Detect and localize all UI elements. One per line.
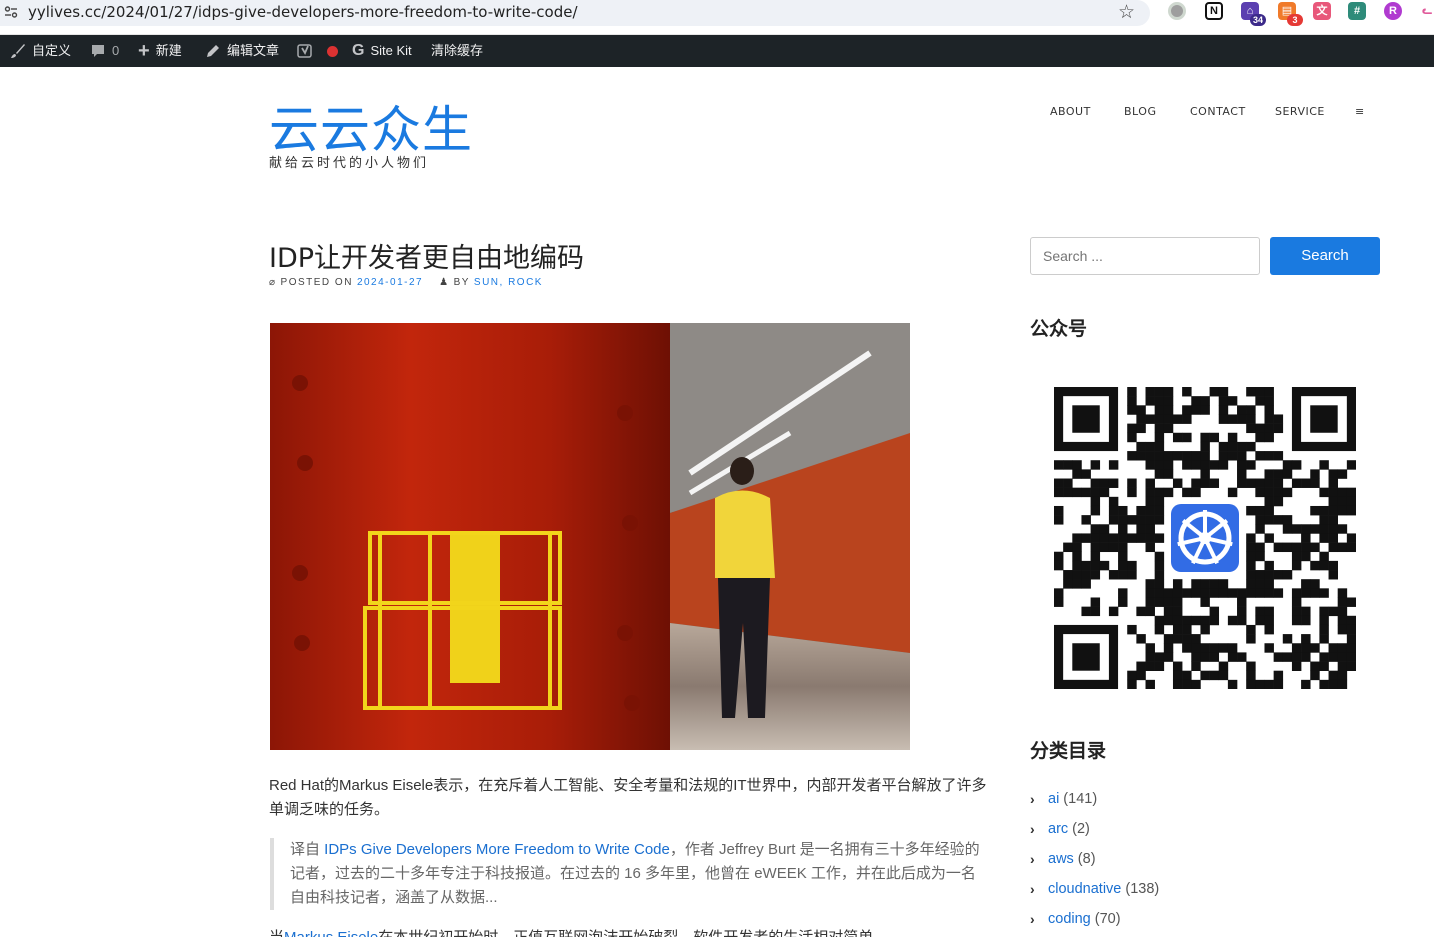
comment-icon — [92, 45, 104, 57]
new-content-button[interactable]: + 新建 — [138, 35, 182, 67]
customize-button[interactable]: 自定义 — [10, 35, 71, 67]
clear-cache-button[interactable]: 清除缓存 — [431, 35, 483, 67]
nav-contact[interactable]: CONTACT — [1190, 105, 1246, 118]
category-list: › ai (141) › arc (2) › aws (8) › cloudnative (13… — [1030, 784, 1159, 934]
yoast-status-dot-icon — [327, 45, 338, 57]
site-tagline: 献给云时代的小人物们 — [269, 155, 430, 170]
category-link[interactable]: ai — [1048, 791, 1059, 807]
extension-circle-icon[interactable] — [1168, 2, 1186, 20]
paintbrush-icon — [11, 44, 25, 58]
markus-eisele-link[interactable]: Markus Eisele — [284, 929, 378, 937]
link-icon: ⌀ — [269, 277, 277, 288]
url-text[interactable]: yylives.cc/2024/01/27/idps-give-develope… — [28, 3, 578, 21]
new-label: 新建 — [155, 43, 182, 58]
category-item: › coding (70) — [1030, 904, 1159, 934]
extension-badge: 34 — [1250, 14, 1266, 26]
extension-house-icon[interactable]: ⌂ 34 — [1241, 2, 1266, 26]
comments-count: 0 — [112, 43, 120, 58]
extension-pink-icon[interactable]: ᓚ — [1418, 2, 1434, 20]
quote-prefix: 译自 — [290, 841, 325, 858]
extension-badge: 3 — [1287, 14, 1303, 26]
yoast-button[interactable] — [297, 35, 338, 67]
extension-purple-icon[interactable]: R — [1384, 2, 1402, 20]
post-date-link[interactable]: 2024-01-27 — [357, 277, 423, 288]
yoast-icon — [297, 44, 312, 58]
wechat-widget-title: 公众号 — [1030, 318, 1088, 340]
nav-blog[interactable]: BLOG — [1124, 105, 1156, 118]
extension-grid-icon[interactable]: # — [1348, 2, 1366, 20]
chevron-right-icon: › — [1030, 851, 1035, 867]
clear-cache-label: 清除缓存 — [431, 43, 484, 58]
edit-post-button[interactable]: 编辑文章 — [205, 35, 279, 67]
post-quote: 译自 IDPs Give Developers More Freedom to … — [270, 838, 990, 910]
category-count: (8) — [1077, 851, 1096, 867]
post-author-link[interactable]: SUN, ROCK — [474, 277, 543, 288]
by-label: BY — [453, 277, 470, 288]
chevron-right-icon: › — [1030, 881, 1035, 897]
cut-text: 在本世纪初开始时，正值互联网泡沫开始破裂，软件开发者的生活相对简单 — [378, 929, 873, 937]
nav-about[interactable]: ABOUT — [1050, 105, 1091, 118]
posted-on-label: POSTED ON — [280, 277, 353, 288]
chevron-right-icon: › — [1030, 791, 1035, 807]
browser-toolbar: yylives.cc/2024/01/27/idps-give-develope… — [0, 0, 1434, 35]
comments-button[interactable]: 0 — [90, 35, 119, 67]
categories-widget-title: 分类目录 — [1030, 740, 1107, 762]
translate-icon[interactable]: 文 — [1313, 2, 1331, 20]
customize-label: 自定义 — [32, 43, 72, 58]
plus-icon: + — [138, 40, 150, 62]
quote-source-link[interactable]: IDPs Give Developers More Freedom to Wri… — [324, 841, 670, 858]
category-link[interactable]: cloudnative — [1048, 881, 1121, 897]
wechat-qr-code — [1054, 387, 1356, 689]
category-count: (138) — [1125, 881, 1160, 897]
category-link[interactable]: arc — [1048, 821, 1068, 837]
wp-admin-bar: 自定义 0 + 新建 编辑文章 G Site Kit 清除缓存 — [0, 35, 1434, 67]
category-link[interactable]: coding — [1048, 911, 1091, 927]
category-count: (70) — [1094, 911, 1121, 927]
address-bar[interactable]: yylives.cc/2024/01/27/idps-give-develope… — [0, 0, 1150, 26]
chevron-right-icon: › — [1030, 821, 1035, 837]
search-button[interactable]: Search — [1270, 237, 1380, 275]
edit-label: 编辑文章 — [227, 43, 280, 58]
sitekit-button[interactable]: G Site Kit — [352, 35, 412, 67]
pencil-icon — [207, 45, 219, 57]
google-g-icon: G — [352, 42, 365, 59]
post-title: IDP让开发者更自由地编码 — [269, 243, 585, 274]
category-link[interactable]: aws — [1048, 851, 1074, 867]
post-intro: Red Hat的Markus Eisele表示，在充斥着人工智能、安全考量和法规… — [269, 777, 987, 818]
cut-prefix: 当 — [269, 929, 284, 937]
notion-icon[interactable]: N — [1205, 2, 1223, 20]
category-item: › ai (141) — [1030, 784, 1159, 814]
featured-image — [270, 323, 910, 750]
bookmark-star-icon[interactable]: ☆ — [1118, 1, 1135, 24]
nav-menu-icon[interactable]: ≡ — [1355, 105, 1365, 118]
search-input[interactable] — [1030, 237, 1260, 275]
nav-service[interactable]: SERVICE — [1275, 105, 1325, 118]
category-count: (141) — [1063, 791, 1098, 807]
post-body-partial: 当Markus Eisele在本世纪初开始时，正值互联网泡沫开始破裂，软件开发者… — [269, 926, 873, 937]
category-item: › cloudnative (138) — [1030, 874, 1159, 904]
chevron-right-icon: › — [1030, 911, 1035, 927]
post-meta: ⌀ POSTED ON 2024-01-27 ♟ BY SUN, ROCK — [269, 277, 543, 288]
site-info-icon[interactable] — [4, 5, 18, 19]
category-count: (2) — [1072, 821, 1090, 837]
category-item: › arc (2) — [1030, 814, 1159, 844]
user-icon: ♟ — [439, 277, 450, 288]
sitekit-label: Site Kit — [370, 43, 412, 58]
category-item: › aws (8) — [1030, 844, 1159, 874]
extension-stack-icon[interactable]: ▤ 3 — [1278, 2, 1303, 26]
